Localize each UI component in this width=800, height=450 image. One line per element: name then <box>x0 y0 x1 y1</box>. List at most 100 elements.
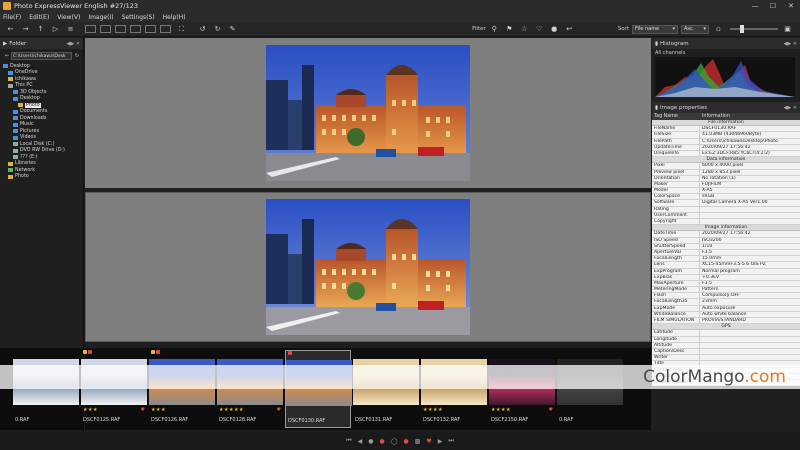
heart-icon[interactable]: ♥ <box>426 438 431 445</box>
up-folder-icon[interactable]: ↑ <box>34 24 47 35</box>
layout-grid-icon[interactable] <box>85 25 96 33</box>
slideshow-icon[interactable]: ▷ <box>49 24 62 35</box>
properties-table: File information FileName DSCF0130.RAF File… <box>652 120 800 387</box>
sort-order-select[interactable]: Asc. ▾ <box>681 24 709 34</box>
folder-tree-label: Desktop <box>10 63 30 69</box>
thumbnail-item[interactable]: DSCF0131.RAF <box>353 350 419 428</box>
app-icon <box>3 2 11 10</box>
folder-tree-item[interactable]: Photo <box>0 174 83 181</box>
path-back-icon[interactable]: ← <box>3 52 11 60</box>
thumbnail-item[interactable]: ★★★★ ♥ DSCF2150.RAF <box>489 350 555 428</box>
rating-stars: ★★★ <box>151 407 166 413</box>
thumbnail-strip[interactable]: 0.RAF ★★★ ♥ DSCF0125.RAF ★★★ DSCF0126.RAF ★★★★… <box>0 348 651 430</box>
thumbnail-item[interactable]: ★★★ DSCF0126.RAF <box>149 350 215 428</box>
back-icon[interactable]: ← <box>4 24 17 35</box>
menu-help[interactable]: Help(H) <box>163 14 186 21</box>
sort-field-select[interactable]: File name ▾ <box>632 24 678 34</box>
rotate-left-icon[interactable]: ↺ <box>196 24 209 35</box>
zoom-slider[interactable] <box>730 25 778 33</box>
last-icon[interactable]: ⏭ <box>448 437 453 445</box>
property-value: Digital Camera X-A5 Ver1.00 <box>702 200 768 206</box>
thumbnail-item[interactable]: ★★★ ♥ DSCF0125.RAF <box>81 350 147 428</box>
zoom-slider-knob[interactable] <box>740 25 744 33</box>
search-icon[interactable]: ⚲ <box>488 24 501 35</box>
fullscreen-icon[interactable]: ⛶ <box>175 24 188 35</box>
layout-compare-icon[interactable] <box>130 25 141 33</box>
folder-tree-label: Videos <box>20 135 36 141</box>
view-pane-top[interactable] <box>85 38 651 188</box>
folder-tree-label: Music <box>20 122 34 128</box>
menu-view[interactable]: View(V) <box>57 14 80 21</box>
thumbnail-item[interactable]: 0.RAF <box>557 350 623 428</box>
filter-list-icon[interactable]: ≡ <box>64 24 77 35</box>
property-key: MaxAperture <box>652 280 700 287</box>
heart-filter-icon[interactable]: ♡ <box>533 24 546 35</box>
folder-tree-label: OneDrive <box>15 70 38 76</box>
clear-filter-icon[interactable]: ↩ <box>563 24 576 35</box>
folder-tree-label: Photo <box>15 174 29 180</box>
forward-icon[interactable]: → <box>19 24 32 35</box>
layout-quad-icon[interactable] <box>145 25 156 33</box>
zoom-out-icon[interactable]: ▫ <box>712 24 725 35</box>
panel-pin-icon[interactable]: ◀▶ ✕ <box>67 41 80 47</box>
sort-label: Sort <box>617 26 629 32</box>
mark-icon[interactable]: ● <box>379 438 384 445</box>
property-value: Normal program <box>702 268 740 274</box>
layout-single-icon[interactable] <box>100 25 111 33</box>
minimize-button[interactable]: — <box>746 0 764 12</box>
thumbnail-item[interactable]: ★★★★★ ♥ DSCF0128.RAF <box>217 350 283 428</box>
thumbnail-item[interactable]: 0.RAF <box>13 350 79 428</box>
property-key: Lens <box>652 262 700 268</box>
property-key: WhiteBalance <box>652 311 700 317</box>
panel-pin-icon[interactable]: ◀▶ ✕ <box>784 41 797 47</box>
property-key: FileSize <box>652 132 700 138</box>
panel-pin-icon[interactable]: ◀▶ ✕ <box>784 105 797 111</box>
next-icon[interactable]: ▶ <box>438 438 443 445</box>
histogram-channel[interactable]: All channels <box>652 49 800 57</box>
edit-icon[interactable]: ✎ <box>226 24 239 35</box>
label-icon[interactable]: ● <box>368 438 373 445</box>
thumbnail-item[interactable]: DSCF0130.RAF <box>285 350 352 428</box>
folder-badge-icon <box>83 350 87 354</box>
thumbnail-item[interactable]: ★★★★ DSCF0132.RAF <box>421 350 487 428</box>
info-icon[interactable]: ◯ <box>391 438 398 445</box>
watermark-banner: ColorMango.com <box>0 365 800 389</box>
folder-tree-label: 3D Objects <box>20 89 47 95</box>
watermark-main: ColorMango <box>643 367 745 387</box>
folder-tree-label: Downloads <box>20 115 47 121</box>
folder-tree-label: Photo <box>25 102 41 108</box>
close-button[interactable]: ✕ <box>782 0 800 12</box>
folder-icon <box>8 77 13 82</box>
rotate-right-icon[interactable]: ↻ <box>211 24 224 35</box>
folder-path-input[interactable]: C:\Users\ichikawa\Desk <box>11 52 72 60</box>
maximize-button[interactable]: ☐ <box>764 0 782 12</box>
prev-icon[interactable]: ◀ <box>358 438 363 445</box>
first-icon[interactable]: ⏮ <box>346 437 351 445</box>
view-pane-bottom[interactable] <box>85 192 651 342</box>
folder-icon <box>8 161 13 166</box>
layout-split-icon[interactable] <box>115 25 126 33</box>
zoom-in-icon[interactable]: ▣ <box>781 24 794 35</box>
tag-icon[interactable]: ⚑ <box>503 24 516 35</box>
menu-file[interactable]: File(F) <box>3 14 21 21</box>
thumbnail-filename: DSCF2150.RAF <box>491 417 529 423</box>
folder-icon <box>13 96 18 101</box>
property-key: Altitude <box>652 342 700 348</box>
image-viewer <box>85 38 651 344</box>
thumbnail-filename: DSCF0131.RAF <box>355 417 393 423</box>
property-value: Compulsory OFF <box>702 293 740 299</box>
main-photo-top <box>266 45 470 181</box>
menu-edit[interactable]: Edit(E) <box>29 14 49 21</box>
star-filter-icon[interactable]: ☆ <box>518 24 531 35</box>
menu-image[interactable]: Image(I) <box>88 14 113 21</box>
layout-strip-icon[interactable] <box>160 25 171 33</box>
rating-icon[interactable]: ● <box>403 438 408 445</box>
menu-settings[interactable]: Settings(S) <box>122 14 155 21</box>
property-value: Pattern <box>702 287 719 293</box>
camera-filter-icon[interactable]: ● <box>548 24 561 35</box>
compare-icon[interactable]: ▩ <box>415 438 421 445</box>
property-value: XC15-45mmF3.5-5.6 OIS PZ <box>702 262 766 268</box>
rating-stars: ★★★★ <box>423 407 443 413</box>
path-refresh-icon[interactable]: ↻ <box>73 52 81 60</box>
property-key: Latitude <box>652 330 700 336</box>
